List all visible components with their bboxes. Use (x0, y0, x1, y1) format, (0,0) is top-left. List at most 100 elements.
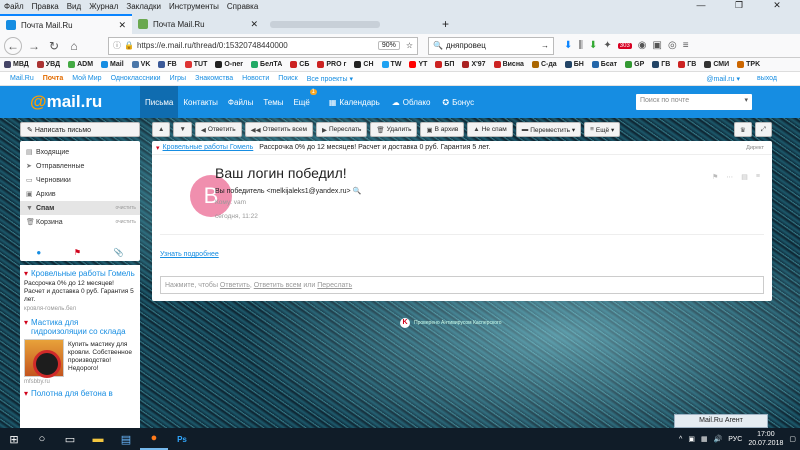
bookmark-item[interactable]: VK (131, 61, 150, 68)
move-button[interactable]: ▬ Переместить ▾ (515, 122, 582, 137)
bookmark-item[interactable]: БелТА (251, 61, 282, 68)
folder-spam[interactable]: ▼ Спам очистить (20, 201, 140, 215)
mail-logo[interactable]: @mail.ru (30, 92, 140, 112)
tab-mail-2[interactable]: Почта Mail.Ru ✕ (132, 14, 264, 34)
bookmark-item[interactable]: GP (625, 61, 644, 68)
tab-files[interactable]: Файлы (223, 86, 258, 118)
notifications-icon[interactable]: ▢ (789, 435, 796, 443)
portal-link[interactable]: Поиск (278, 75, 297, 82)
reply-all-button[interactable]: ◀◀ Ответить всем (244, 122, 313, 137)
ad-title[interactable]: ▾ Мастика для гидроизоляции со склада (24, 318, 136, 336)
menu-view[interactable]: Вид (67, 2, 81, 11)
bookmark-item[interactable]: Висна (493, 61, 524, 68)
print-icon[interactable]: ▤ (741, 173, 748, 181)
close-icon[interactable]: ✕ (762, 0, 792, 11)
new-tab-button[interactable]: + (442, 14, 449, 34)
bookmark-item[interactable]: С-да (531, 61, 557, 68)
task-view-button[interactable]: ▭ (56, 428, 84, 450)
reply-all-link[interactable]: Ответить всем (254, 282, 302, 289)
menu-file[interactable]: Файл (4, 2, 24, 11)
bookmark-item[interactable]: Бсат (591, 61, 617, 68)
search-go-icon[interactable]: → (541, 41, 549, 50)
ad-image[interactable] (24, 339, 64, 378)
reply-link[interactable]: Ответить (220, 282, 250, 289)
tool-icon[interactable]: ✦ (603, 40, 611, 51)
language-indicator[interactable]: РУС (728, 436, 742, 443)
addon-icon[interactable]: ⬇ (589, 40, 597, 51)
bookmark-item[interactable]: ADM (68, 61, 93, 68)
bookmark-item[interactable]: PRO г (317, 61, 346, 68)
mail-agent-button[interactable]: Mail.Ru Агент (674, 414, 768, 428)
start-button[interactable]: ⊞ (0, 428, 28, 450)
bookmark-item[interactable]: YT (409, 61, 427, 68)
folder-trash[interactable]: 🗑 Корзина очистить (20, 215, 140, 229)
library-icon[interactable]: ⫼ (578, 40, 583, 51)
message-from[interactable]: Вы победитель <melkijaleks1@yandex.ru> 🔍 (215, 187, 361, 195)
folder-inbox[interactable]: ▤ Входящие (20, 145, 140, 159)
menu-history[interactable]: Журнал (89, 2, 118, 11)
volume-icon[interactable]: 🔊 (714, 435, 723, 443)
download-icon[interactable]: ⬇ (564, 40, 572, 51)
reply-button[interactable]: ◀ Ответить (194, 122, 242, 137)
zoom-level[interactable]: 90% (377, 41, 400, 50)
bookmark-item[interactable]: FB (158, 61, 177, 68)
bookmark-item[interactable]: TUT (184, 61, 207, 68)
mail-search-input[interactable]: Поиск по почте (636, 94, 752, 110)
bookmark-item[interactable]: БП (435, 61, 454, 68)
compose-button[interactable]: ✎ Написать письмо (20, 122, 140, 137)
folder-sent[interactable]: ➤ Отправленные (20, 159, 140, 173)
tab-blurred[interactable] (264, 14, 434, 34)
bookmark-item[interactable]: ГВ (652, 61, 670, 68)
extension-icon[interactable]: ◉ (638, 40, 647, 51)
search-bar[interactable]: 🔍 дняпровец → (428, 36, 554, 55)
bookmark-item[interactable]: CH (354, 61, 374, 68)
archive-button[interactable]: ▣ В архив (420, 122, 465, 137)
folder-drafts[interactable]: ▭ Черновики (20, 173, 140, 187)
bookmark-item[interactable]: СМИ (704, 61, 729, 68)
prev-message-button[interactable]: ▲ (152, 122, 171, 137)
tab-close-icon[interactable]: ✕ (118, 20, 126, 31)
forward-link[interactable]: Переслать (317, 282, 352, 289)
clear-spam-link[interactable]: очистить (115, 205, 136, 211)
unread-filter-icon[interactable]: ● (36, 248, 41, 257)
attachment-filter-icon[interactable]: 📎 (114, 248, 124, 257)
more-button[interactable]: ≡ Ещё ▾ (584, 122, 621, 137)
portal-link[interactable]: Знакомства (195, 75, 233, 82)
extension-icon[interactable]: ◎ (668, 40, 677, 51)
fullscreen-button[interactable]: ⤢ (754, 122, 772, 137)
bookmark-item[interactable]: X'97 (462, 61, 486, 68)
delete-button[interactable]: 🗑 Удалить (370, 122, 418, 137)
next-message-button[interactable]: ▼ (173, 122, 192, 137)
bookmark-item[interactable]: TW (381, 61, 401, 68)
bookmark-item[interactable]: O-ner (215, 61, 243, 68)
portal-link[interactable]: Мой Мир (72, 75, 101, 82)
bookmark-item[interactable]: ГВ (678, 61, 696, 68)
minimize-icon[interactable]: — (686, 0, 716, 11)
not-spam-button[interactable]: ▲ Не спам (467, 122, 513, 137)
forward-icon[interactable]: → (24, 39, 44, 53)
ad-url[interactable]: mfsbby.ru (24, 379, 136, 385)
reload-icon[interactable]: ↻ (44, 39, 64, 53)
bookmark-item[interactable]: Mail (101, 61, 124, 68)
flag-icon[interactable]: ⚑ (712, 173, 718, 181)
portal-link[interactable]: Все проекты ▾ (307, 75, 353, 83)
maximize-icon[interactable]: ❐ (724, 0, 754, 11)
back-icon[interactable]: ← (4, 36, 22, 55)
logout-link[interactable]: выход (757, 75, 777, 83)
tab-close-icon[interactable]: ✕ (250, 19, 258, 30)
info-icon[interactable]: ⓘ (113, 40, 121, 51)
forward-button[interactable]: ▶ Переслать (315, 122, 368, 137)
home-icon[interactable]: ⌂ (64, 39, 84, 53)
folder-archive[interactable]: ▣ Архив (20, 187, 140, 201)
portal-link[interactable]: Игры (170, 75, 187, 82)
bonus-link[interactable]: ✪ Бонус (442, 98, 474, 107)
photoshop-button[interactable]: Ps (168, 428, 196, 450)
calendar-link[interactable]: ▦ Календарь (329, 98, 380, 107)
chevron-down-icon[interactable]: ▾ (744, 94, 752, 110)
bookmark-item[interactable]: МВД (4, 61, 29, 68)
url-bar[interactable]: ⓘ 🔒 https://e.mail.ru/thread/0:153207484… (108, 36, 418, 55)
top-ad-link[interactable]: Кровельные работы Гомель (163, 144, 254, 151)
network-icon[interactable]: ▦ (701, 435, 708, 443)
tab-more[interactable]: Ещё 1 (288, 86, 317, 118)
flag-filter-icon[interactable]: ⚑ (74, 248, 81, 257)
